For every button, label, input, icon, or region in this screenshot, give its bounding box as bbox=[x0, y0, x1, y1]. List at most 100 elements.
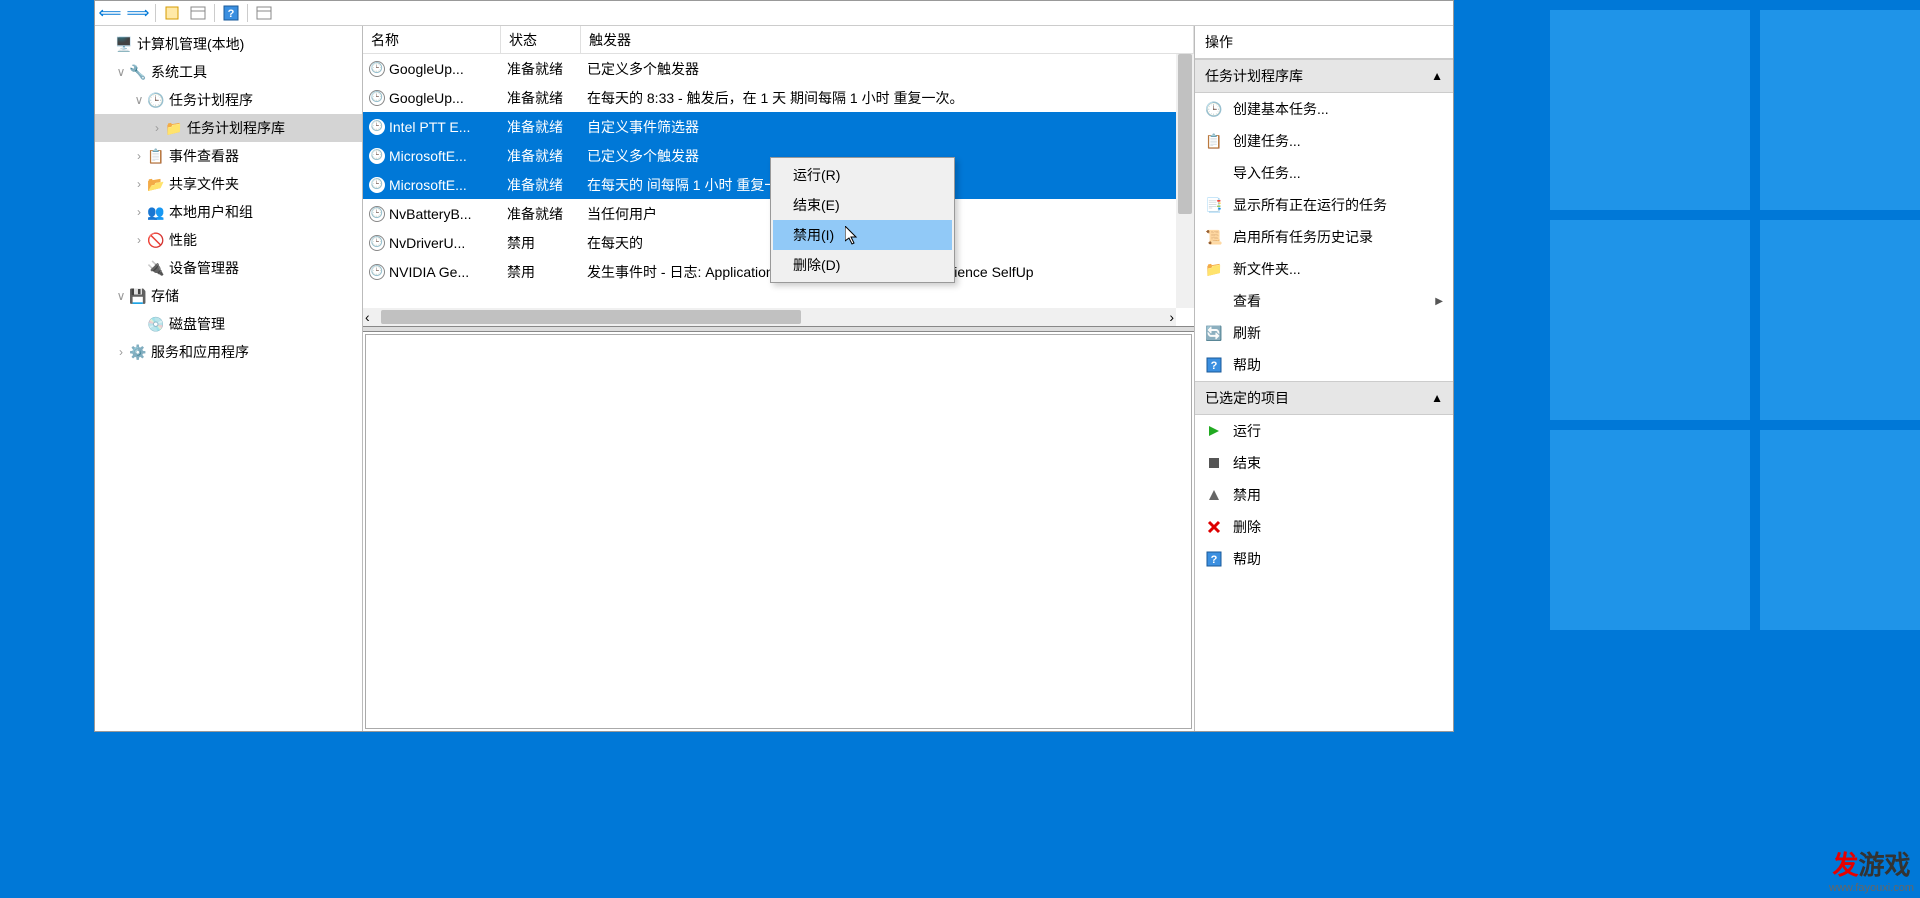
header-name[interactable]: 名称 bbox=[363, 26, 501, 53]
task-trigger: 自定义事件筛选器 bbox=[581, 117, 1194, 137]
action-show-running[interactable]: 📑显示所有正在运行的任务 bbox=[1195, 189, 1453, 221]
tree-event-viewer[interactable]: ›📋事件查看器 bbox=[95, 142, 362, 170]
action-enable-history[interactable]: 📜启用所有任务历史记录 bbox=[1195, 221, 1453, 253]
tree-label: 本地用户和组 bbox=[169, 202, 253, 222]
actions-header: 操作 bbox=[1195, 26, 1453, 59]
vertical-scrollbar[interactable] bbox=[1176, 54, 1194, 308]
tree-label: 服务和应用程序 bbox=[151, 342, 249, 362]
tree-label: 性能 bbox=[169, 230, 197, 250]
task-status: 准备就绪 bbox=[501, 146, 581, 166]
task-clock-icon: 🕒 bbox=[369, 90, 385, 106]
clock-icon: 🕒 bbox=[147, 91, 165, 109]
tree-performance[interactable]: ›🚫性能 bbox=[95, 226, 362, 254]
performance-icon: 🚫 bbox=[147, 231, 165, 249]
help-icon: ? bbox=[1205, 550, 1223, 568]
play-icon bbox=[1205, 422, 1223, 440]
tree-storage[interactable]: ∨💾存储 bbox=[95, 282, 362, 310]
clock-icon: 🕒 bbox=[1205, 100, 1223, 118]
task-clock-icon: 🕒 bbox=[369, 206, 385, 222]
computer-management-window: ⟸ ⟹ ? 🖥️计算机管理(本地) ∨🔧系统工具 ∨🕒任务计划程序 ›📁任务计划… bbox=[94, 0, 1454, 732]
table-row[interactable]: 🕒Intel PTT E...准备就绪自定义事件筛选器 bbox=[363, 112, 1194, 141]
action-create-task[interactable]: 📋创建任务... bbox=[1195, 125, 1453, 157]
tree-system-tools[interactable]: ∨🔧系统工具 bbox=[95, 58, 362, 86]
table-row[interactable]: 🕒GoogleUp...准备就绪在每天的 8:33 - 触发后，在 1 天 期间… bbox=[363, 83, 1194, 112]
context-run[interactable]: 运行(R) bbox=[773, 160, 952, 190]
help-icon[interactable]: ? bbox=[221, 4, 241, 22]
splitter[interactable] bbox=[363, 326, 1194, 332]
folder-icon: 📁 bbox=[1205, 260, 1223, 278]
action-run[interactable]: 运行 bbox=[1195, 415, 1453, 447]
collapse-icon[interactable]: ▲ bbox=[1431, 391, 1443, 405]
context-delete[interactable]: 删除(D) bbox=[773, 250, 952, 280]
task-status: 禁用 bbox=[501, 233, 581, 253]
tree-device-manager[interactable]: 🔌设备管理器 bbox=[95, 254, 362, 282]
share-icon: 📂 bbox=[147, 175, 165, 193]
tree-disk-management[interactable]: 💿磁盘管理 bbox=[95, 310, 362, 338]
scroll-thumb[interactable] bbox=[381, 310, 801, 324]
toolbar-icon-1[interactable] bbox=[162, 4, 182, 22]
tree-label: 磁盘管理 bbox=[169, 314, 225, 334]
task-status: 准备就绪 bbox=[501, 175, 581, 195]
action-new-folder[interactable]: 📁新文件夹... bbox=[1195, 253, 1453, 285]
disk-icon: 💿 bbox=[147, 315, 165, 333]
actions-section-library[interactable]: 任务计划程序库▲ bbox=[1195, 59, 1453, 93]
events-icon: 📋 bbox=[147, 147, 165, 165]
action-create-basic-task[interactable]: 🕒创建基本任务... bbox=[1195, 93, 1453, 125]
table-row[interactable]: 🕒GoogleUp... 准备就绪已定义多个触发器 bbox=[363, 54, 1194, 83]
tree-label: 共享文件夹 bbox=[169, 174, 239, 194]
header-status[interactable]: 状态 bbox=[501, 26, 581, 53]
action-delete[interactable]: 删除 bbox=[1195, 511, 1453, 543]
action-import-task[interactable]: 导入任务... bbox=[1195, 157, 1453, 189]
task-name: GoogleUp... bbox=[389, 90, 464, 106]
library-icon: 📁 bbox=[165, 119, 183, 137]
tree-task-scheduler[interactable]: ∨🕒任务计划程序 bbox=[95, 86, 362, 114]
action-help2[interactable]: ?帮助 bbox=[1195, 543, 1453, 575]
task-trigger: 已定义多个触发器 bbox=[581, 59, 1194, 79]
scroll-thumb[interactable] bbox=[1178, 54, 1192, 214]
nav-forward-button[interactable]: ⟹ bbox=[127, 3, 149, 23]
task-icon: 📋 bbox=[1205, 132, 1223, 150]
tree-label: 设备管理器 bbox=[169, 258, 239, 278]
history-icon: 📜 bbox=[1205, 228, 1223, 246]
tree-services[interactable]: ›⚙️服务和应用程序 bbox=[95, 338, 362, 366]
header-trigger[interactable]: 触发器 bbox=[581, 26, 1194, 53]
list-header: 名称 状态 触发器 bbox=[363, 26, 1194, 54]
action-refresh[interactable]: 🔄刷新 bbox=[1195, 317, 1453, 349]
task-name: GoogleUp... bbox=[389, 61, 464, 77]
tree-label: 任务计划程序 bbox=[169, 90, 253, 110]
tree-label: 任务计划程序库 bbox=[187, 118, 285, 138]
tree-root[interactable]: 🖥️计算机管理(本地) bbox=[95, 30, 362, 58]
action-view[interactable]: 查看 bbox=[1195, 285, 1453, 317]
task-status: 准备就绪 bbox=[501, 59, 581, 79]
navigation-tree[interactable]: 🖥️计算机管理(本地) ∨🔧系统工具 ∨🕒任务计划程序 ›📁任务计划程序库 ›📋… bbox=[95, 26, 363, 731]
actions-section-selected[interactable]: 已选定的项目▲ bbox=[1195, 381, 1453, 415]
horizontal-scrollbar[interactable]: ‹› bbox=[363, 308, 1176, 326]
tree-task-library[interactable]: ›📁任务计划程序库 bbox=[95, 114, 362, 142]
task-status: 禁用 bbox=[501, 262, 581, 282]
task-name: Intel PTT E... bbox=[389, 119, 470, 135]
action-help[interactable]: ?帮助 bbox=[1195, 349, 1453, 381]
tree-local-users[interactable]: ›👥本地用户和组 bbox=[95, 198, 362, 226]
nav-back-button[interactable]: ⟸ bbox=[99, 3, 121, 23]
task-clock-icon: 🕒 bbox=[369, 61, 385, 77]
running-icon: 📑 bbox=[1205, 196, 1223, 214]
context-end[interactable]: 结束(E) bbox=[773, 190, 952, 220]
help-icon: ? bbox=[1205, 356, 1223, 374]
context-disable[interactable]: 禁用(I) bbox=[773, 220, 952, 250]
tree-label: 事件查看器 bbox=[169, 146, 239, 166]
toolbar-icon-2[interactable] bbox=[188, 4, 208, 22]
svg-text:?: ? bbox=[1211, 360, 1218, 372]
task-name: MicrosoftE... bbox=[389, 148, 467, 164]
toolbar-icon-3[interactable] bbox=[254, 4, 274, 22]
tree-shared-folders[interactable]: ›📂共享文件夹 bbox=[95, 170, 362, 198]
action-end[interactable]: 结束 bbox=[1195, 447, 1453, 479]
stop-icon bbox=[1205, 454, 1223, 472]
delete-icon bbox=[1205, 518, 1223, 536]
collapse-icon[interactable]: ▲ bbox=[1431, 69, 1443, 83]
context-menu[interactable]: 运行(R) 结束(E) 禁用(I) 删除(D) bbox=[770, 157, 955, 283]
task-name: NvBatteryB... bbox=[389, 206, 471, 222]
tree-label: 存储 bbox=[151, 286, 179, 306]
refresh-icon: 🔄 bbox=[1205, 324, 1223, 342]
action-disable[interactable]: 禁用 bbox=[1195, 479, 1453, 511]
task-trigger: 在每天的 8:33 - 触发后，在 1 天 期间每隔 1 小时 重复一次。 bbox=[581, 88, 1194, 108]
